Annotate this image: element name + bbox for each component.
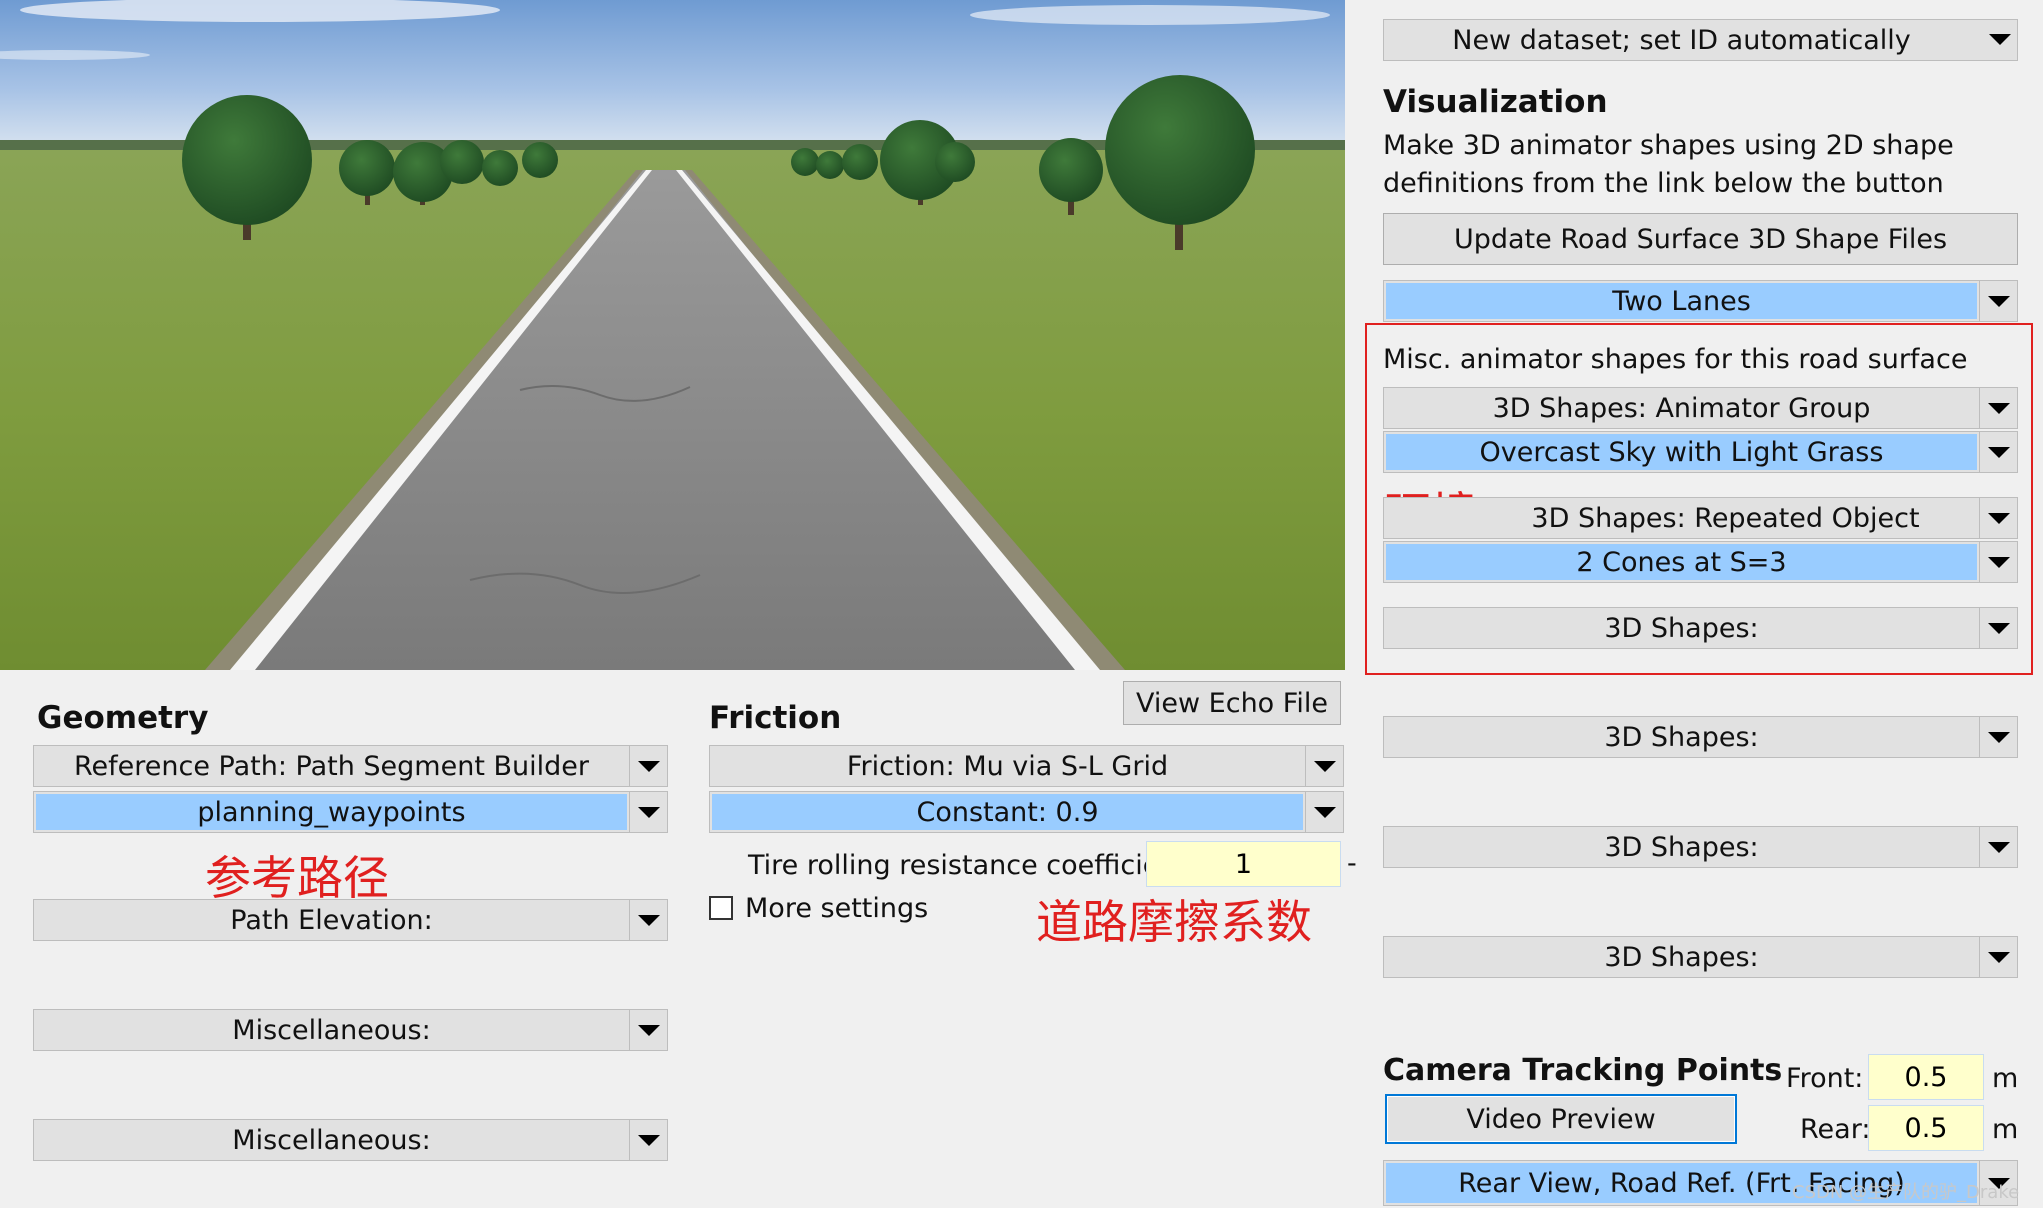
- view-echo-file-button[interactable]: View Echo File: [1123, 681, 1341, 725]
- camera-tracking-heading: Camera Tracking Points: [1383, 1053, 1783, 1088]
- shapes-value-2: 3D Shapes:: [1604, 721, 1759, 753]
- misc-select-2[interactable]: Miscellaneous:: [33, 1119, 668, 1161]
- rear-unit: m: [1992, 1114, 2019, 1145]
- shapes-select-4[interactable]: 3D Shapes:: [1383, 936, 2018, 978]
- cones-select[interactable]: 2 Cones at S=3: [1383, 541, 2018, 583]
- tire-resistance-unit: -: [1347, 848, 1357, 879]
- chevron-down-icon: [1979, 542, 2017, 582]
- chevron-down-icon: [1979, 498, 2017, 538]
- friction-constant-select[interactable]: Constant: 0.9: [709, 791, 1344, 833]
- reference-path-value: Reference Path: Path Segment Builder: [73, 750, 589, 782]
- friction-mode-value: Friction: Mu via S-L Grid: [846, 750, 1169, 782]
- misc-value-1: Miscellaneous:: [232, 1014, 431, 1046]
- chevron-down-icon: [629, 1120, 667, 1160]
- chevron-down-icon: [1979, 717, 2017, 757]
- chevron-down-icon: [1979, 432, 2017, 472]
- path-elevation-value: Path Elevation:: [230, 904, 433, 936]
- chevron-down-icon: [1979, 937, 2017, 977]
- chevron-down-icon: [1979, 608, 2017, 648]
- chevron-down-icon: [629, 900, 667, 940]
- sky-grass-select[interactable]: Overcast Sky with Light Grass: [1383, 431, 2018, 473]
- road-preview-viewport[interactable]: [0, 0, 1345, 670]
- shapes-value-4: 3D Shapes:: [1604, 941, 1759, 973]
- repeated-object-value: 3D Shapes: Repeated Object: [1531, 502, 1920, 534]
- tire-resistance-input[interactable]: [1146, 841, 1341, 887]
- chevron-down-icon: [629, 1010, 667, 1050]
- more-settings-checkbox[interactable]: [709, 896, 733, 920]
- chevron-down-icon: [1979, 827, 2017, 867]
- road-scene-image: [0, 0, 1345, 670]
- road-friction-annotation: 道路摩擦系数: [1036, 895, 1312, 949]
- road-surface-select[interactable]: Two Lanes: [1383, 280, 2018, 322]
- cones-value: 2 Cones at S=3: [1386, 544, 1977, 580]
- misc-value-2: Miscellaneous:: [232, 1124, 431, 1156]
- dataset-select[interactable]: New dataset; set ID automatically: [1383, 19, 2018, 61]
- chevron-down-icon: [1305, 792, 1343, 832]
- visualization-description-2: definitions from the link below the butt…: [1383, 168, 1944, 199]
- chevron-down-icon: [1305, 746, 1343, 786]
- chevron-down-icon: [629, 792, 667, 832]
- waypoints-value: planning_waypoints: [36, 794, 627, 830]
- geometry-heading: Geometry: [37, 700, 209, 736]
- shapes-value-3: 3D Shapes:: [1604, 831, 1759, 863]
- friction-heading: Friction: [709, 700, 842, 736]
- waypoints-select[interactable]: planning_waypoints: [33, 791, 668, 833]
- visualization-heading: Visualization: [1383, 84, 1608, 120]
- reference-path-select[interactable]: Reference Path: Path Segment Builder: [33, 745, 668, 787]
- path-elevation-select[interactable]: Path Elevation:: [33, 899, 668, 941]
- video-preview-button[interactable]: Video Preview: [1385, 1094, 1737, 1144]
- more-settings-label[interactable]: More settings: [745, 891, 928, 926]
- front-unit: m: [1992, 1063, 2019, 1094]
- front-input[interactable]: [1868, 1054, 1984, 1100]
- misc-select-1[interactable]: Miscellaneous:: [33, 1009, 668, 1051]
- friction-constant-value: Constant: 0.9: [712, 794, 1303, 830]
- shapes-select-2[interactable]: 3D Shapes:: [1383, 716, 2018, 758]
- update-road-surface-button[interactable]: Update Road Surface 3D Shape Files: [1383, 213, 2018, 265]
- front-label: Front:: [1786, 1063, 1864, 1094]
- shapes-select-1[interactable]: 3D Shapes:: [1383, 607, 2018, 649]
- tire-resistance-label: Tire rolling resistance coefficient:: [748, 850, 1197, 881]
- friction-mode-select[interactable]: Friction: Mu via S-L Grid: [709, 745, 1344, 787]
- watermark-text: CSDN @生产队的驴_Drake: [1792, 1182, 2020, 1203]
- shapes-value-1: 3D Shapes:: [1604, 612, 1759, 644]
- shapes-select-3[interactable]: 3D Shapes:: [1383, 826, 2018, 868]
- chevron-down-icon: [1979, 388, 2017, 428]
- rear-input[interactable]: [1868, 1105, 1984, 1151]
- chevron-down-icon: [629, 746, 667, 786]
- animator-group-value: 3D Shapes: Animator Group: [1492, 392, 1871, 424]
- sky-grass-value: Overcast Sky with Light Grass: [1386, 434, 1977, 470]
- misc-shapes-label: Misc. animator shapes for this road surf…: [1383, 344, 1968, 375]
- chevron-down-icon: [1989, 34, 2011, 45]
- repeated-object-select[interactable]: 3D Shapes: Repeated Object: [1383, 497, 2018, 539]
- chevron-down-icon: [1979, 281, 2017, 321]
- road-surface-value: Two Lanes: [1386, 283, 1977, 319]
- visualization-description-1: Make 3D animator shapes using 2D shape: [1383, 130, 1954, 161]
- dataset-select-value: New dataset; set ID automatically: [1386, 22, 1977, 58]
- animator-group-select[interactable]: 3D Shapes: Animator Group: [1383, 387, 2018, 429]
- rear-label: Rear:: [1800, 1114, 1871, 1145]
